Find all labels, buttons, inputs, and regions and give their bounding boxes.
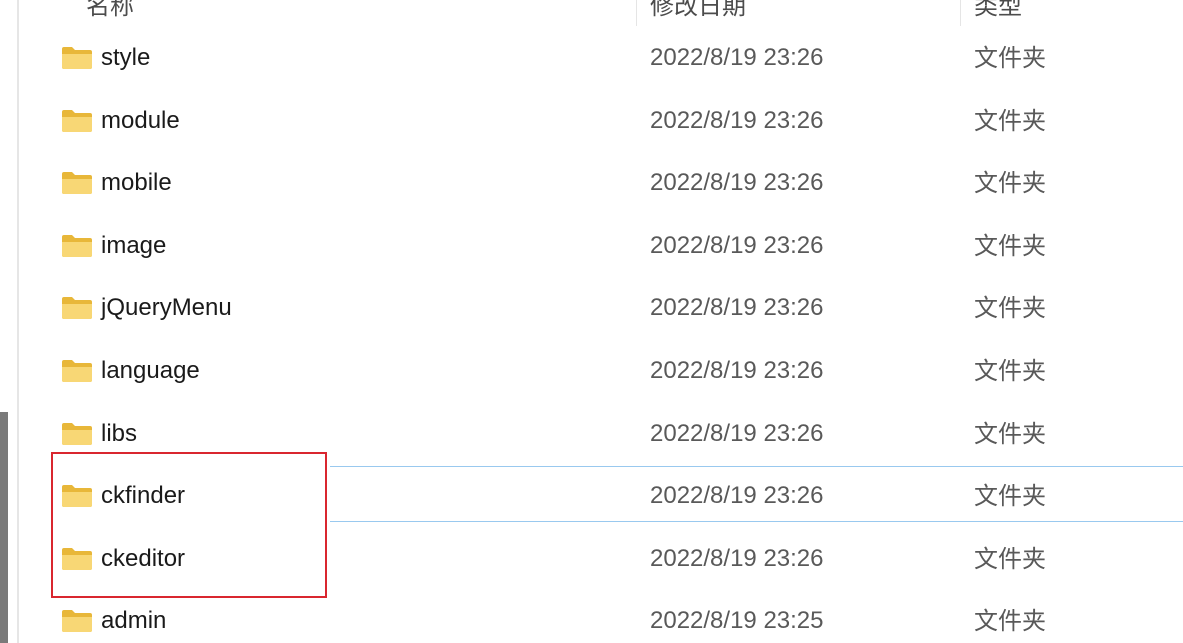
file-date-modified: 2022/8/19 23:26 [650,544,824,572]
file-type: 文件夹 [974,294,1046,323]
file-name[interactable]: jQueryMenu [101,277,232,339]
file-type: 文件夹 [974,231,1046,260]
file-type: 文件夹 [974,607,1046,636]
file-type: 文件夹 [974,419,1046,448]
file-row-admin[interactable]: admin 2022/8/19 23:25 文件夹 [0,590,1183,643]
folder-icon [62,422,92,445]
file-name[interactable]: language [101,340,200,402]
file-name[interactable]: style [101,27,150,89]
file-name[interactable]: mobile [101,152,172,214]
folder-icon [62,109,92,132]
folder-icon [62,47,92,69]
file-type: 文件夹 [974,44,1046,72]
column-divider[interactable] [636,0,637,26]
annotation-highlight-box [51,452,327,598]
folder-icon [62,359,92,382]
column-header-type[interactable]: 类型 [974,0,1022,26]
file-date-modified: 2022/8/19 23:26 [650,356,824,384]
folder-icon [62,610,92,633]
file-date-modified: 2022/8/19 23:26 [650,44,824,71]
file-name[interactable]: image [101,215,166,277]
file-type: 文件夹 [974,106,1046,135]
file-type: 文件夹 [974,544,1046,573]
file-row-style[interactable]: style 2022/8/19 23:26 文件夹 [0,27,1183,90]
file-date-modified: 2022/8/19 23:25 [650,607,824,635]
file-type: 文件夹 [974,169,1046,198]
file-row-module[interactable]: module 2022/8/19 23:26 文件夹 [0,90,1183,153]
file-row-jquerymenu[interactable]: jQueryMenu 2022/8/19 23:26 文件夹 [0,277,1183,340]
row-focus-line [330,521,1183,522]
file-date-modified: 2022/8/19 23:26 [650,419,824,447]
column-header-name[interactable]: 名称 [86,0,134,26]
file-date-modified: 2022/8/19 23:26 [650,231,824,259]
column-divider[interactable] [960,0,961,26]
folder-icon [62,234,92,257]
file-type: 文件夹 [974,482,1046,511]
file-name[interactable]: module [101,90,180,152]
file-name[interactable]: admin [101,590,166,643]
row-focus-line [330,466,1183,467]
file-date-modified: 2022/8/19 23:26 [650,169,824,197]
column-header-date-modified[interactable]: 修改日期 [650,0,746,26]
folder-icon [62,172,92,195]
file-row-image[interactable]: image 2022/8/19 23:26 文件夹 [0,215,1183,278]
file-date-modified: 2022/8/19 23:26 [650,294,824,322]
file-explorer-window: 名称 修改日期 类型 style 2022/8/19 23:26 文件夹 mod… [0,0,1183,643]
file-type: 文件夹 [974,356,1046,385]
folder-icon [62,297,92,320]
file-date-modified: 2022/8/19 23:26 [650,106,824,134]
file-row-language[interactable]: language 2022/8/19 23:26 文件夹 [0,340,1183,403]
file-date-modified: 2022/8/19 23:26 [650,482,824,510]
column-header-row: 名称 修改日期 类型 [0,0,1183,26]
file-row-mobile[interactable]: mobile 2022/8/19 23:26 文件夹 [0,152,1183,215]
